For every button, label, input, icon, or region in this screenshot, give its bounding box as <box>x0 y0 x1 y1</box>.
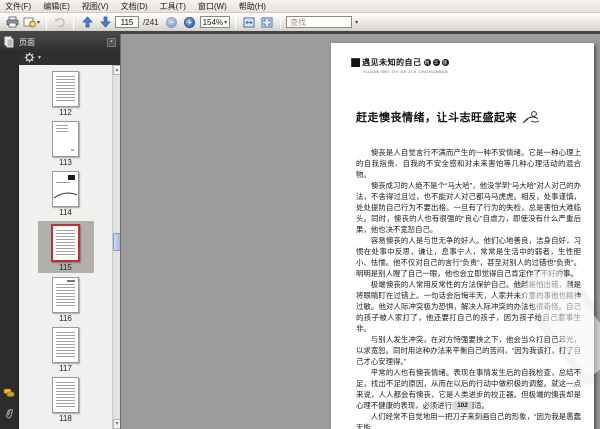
attachments-button[interactable] <box>4 407 15 420</box>
book-logo-title: 遇见未知的自己 <box>362 58 422 67</box>
section-title: 赶走懊丧情绪，让斗志旺盛起来 <box>356 109 541 125</box>
page-total-label: /241 <box>143 17 159 27</box>
paragraph: 懊丧是人自觉言行不满而产生的一种不安情绪。它是一种心理上的自我指责、自我的不安全… <box>356 148 581 179</box>
book-logo-subtitle: YUJIAN WEI ZHI DE ZIJI JINGHUABAN <box>363 69 448 74</box>
zoom-out-button[interactable]: − <box>164 15 180 30</box>
pages-panel-header[interactable]: 页面 ▪ <box>0 34 120 50</box>
section-title-text: 赶走懊丧情绪，让斗志旺盛起来 <box>356 112 517 124</box>
thumbnail-label: 118 <box>59 414 72 423</box>
thumbnails-viewport: 112 113 114 115 116 117 118 ▲ ▼ <box>18 65 120 429</box>
zoom-level-select[interactable]: 154% ▾ <box>199 16 231 28</box>
arrow-down-icon <box>99 16 111 28</box>
thumbnail-label: 115 <box>59 263 72 272</box>
thumbnail-page-114[interactable]: 114 <box>52 171 79 217</box>
thumbnail-page-117[interactable]: 117 <box>52 327 79 373</box>
menu-file[interactable]: 文件(F) <box>5 1 31 12</box>
zoom-level-value: 154% <box>202 17 224 27</box>
pages-icon <box>4 36 14 48</box>
thumbnail-page-112[interactable]: 112 <box>52 71 79 117</box>
page-number-input[interactable] <box>115 16 140 28</box>
previous-page-button[interactable] <box>79 15 95 30</box>
book-logo-icon <box>351 58 360 67</box>
fit-page-icon <box>261 17 273 27</box>
menu-view[interactable]: 视图(V) <box>82 1 109 12</box>
logo-badge: 版 <box>441 59 449 66</box>
toolbar-separator <box>46 15 48 29</box>
comments-icon <box>3 388 15 397</box>
paragraph: 与别人发生冲突，在对方恃强要挟之下，他会当众打自己耳光，以求宽恕。同时用这种办法… <box>356 335 581 366</box>
thumbnail-page-118[interactable]: 118 <box>52 377 79 423</box>
logo-badge: 精 <box>423 59 431 66</box>
paperclip-icon <box>5 409 13 419</box>
thumbnail-page-113[interactable]: 113 <box>52 121 79 167</box>
page-number-label: 102 <box>453 401 472 410</box>
thumbnails-options-button[interactable]: ▾ <box>18 50 120 65</box>
thumbnail-label: 114 <box>59 208 72 217</box>
toolbar-separator <box>73 15 75 29</box>
scroll-up-icon[interactable]: ▲ <box>113 65 120 75</box>
share-button[interactable]: ▾ <box>22 15 41 30</box>
toolbar: ▾ /241 − + 154% ▾ <box>0 13 600 31</box>
document-page: 遇见未知的自己 精 华 版 YUJIAN WEI ZHI DE ZIJI JIN… <box>331 43 600 429</box>
document-canvas[interactable]: 遇见未知的自己 精 华 版 YUJIAN WEI ZHI DE ZIJI JIN… <box>120 34 600 429</box>
menu-document[interactable]: 文档(D) <box>121 1 148 12</box>
book-logo: 遇见未知的自己 精 华 版 YUJIAN WEI ZHI DE ZIJI JIN… <box>351 57 449 74</box>
pdf-reader-window: 文件(F) 编辑(E) 视图(V) 文档(D) 工具(T) 窗口(W) 帮助(H… <box>0 0 600 429</box>
navigation-pane: 页面 ▪ ▾ 112 113 114 115 116 117 118 ▲ ▼ <box>0 34 120 429</box>
thumbnail-label: 117 <box>59 364 72 373</box>
paragraph: 人们经常不自觉地用一把刀子来刻画自己的形象，“因为我是愚蠢无能 <box>356 412 581 429</box>
print-button[interactable] <box>4 15 20 30</box>
logo-badge: 华 <box>432 59 440 66</box>
scrollbar-thumb[interactable] <box>113 233 120 251</box>
menu-bar: 文件(F) 编辑(E) 视图(V) 文档(D) 工具(T) 窗口(W) 帮助(H… <box>0 0 600 13</box>
undo-button[interactable] <box>52 15 68 30</box>
navigation-rail <box>0 50 18 429</box>
menu-tools[interactable]: 工具(T) <box>160 1 186 12</box>
arrow-up-icon <box>81 16 93 28</box>
gear-caret-icon: ▾ <box>38 55 42 61</box>
thumbnails-panel: ▾ 112 113 114 115 116 117 118 ▲ ▼ <box>18 50 120 429</box>
gear-icon <box>24 52 35 63</box>
thumbnail-label: 116 <box>59 314 72 323</box>
zoom-in-button[interactable]: + <box>182 15 198 30</box>
menu-help[interactable]: 帮助(H) <box>239 1 266 12</box>
pages-panel-title: 页面 <box>19 37 35 47</box>
menu-window[interactable]: 窗口(W) <box>198 1 227 12</box>
fit-width-button[interactable] <box>241 15 257 30</box>
undo-icon <box>55 17 65 27</box>
thumbnail-page-115-selected[interactable]: 115 <box>37 221 94 273</box>
share-caret-icon: ▾ <box>37 19 41 26</box>
paragraph: 懊丧成习的人绝不是个“马大哈”，他没学到“马大哈”对人对己的办法，不舍得过且过，… <box>356 181 581 234</box>
sketch-illustration-icon <box>522 110 540 123</box>
email-icon <box>23 17 36 28</box>
comments-button[interactable] <box>3 388 15 398</box>
panel-options-button[interactable]: ▪ <box>107 37 116 47</box>
toolbar-separator <box>235 15 237 29</box>
zoom-out-icon: − <box>166 16 178 28</box>
fit-page-button[interactable] <box>259 15 275 30</box>
toolbar-separator <box>280 15 282 29</box>
find-input[interactable] <box>286 16 353 28</box>
zoom-in-icon: + <box>184 16 196 28</box>
page-footer: 102 <box>331 394 594 412</box>
printer-icon <box>6 16 18 28</box>
thumbnail-label: 113 <box>59 158 72 167</box>
fit-width-icon <box>243 17 255 27</box>
menu-edit[interactable]: 编辑(E) <box>43 1 70 12</box>
scroll-down-icon[interactable]: ▼ <box>113 419 120 429</box>
zoom-caret-icon: ▾ <box>224 19 228 26</box>
next-page-button[interactable] <box>97 15 113 30</box>
thumbnails-scrollbar[interactable]: ▲ ▼ <box>112 65 120 429</box>
thumbnail-page-116[interactable]: 116 <box>52 277 79 323</box>
find-options-caret-icon[interactable]: ▾ <box>355 19 358 26</box>
thumbnail-label: 112 <box>59 108 72 117</box>
